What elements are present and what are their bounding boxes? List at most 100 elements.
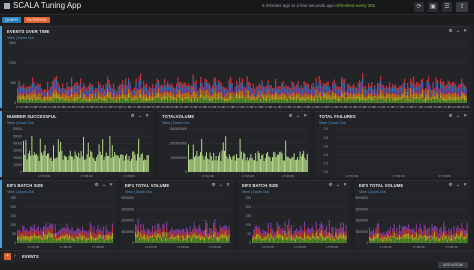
view-link[interactable]: View	[162, 121, 170, 125]
view-link[interactable]: View	[242, 190, 250, 194]
close-icon[interactable]: ✕	[463, 28, 467, 34]
histogram-bar	[17, 233, 19, 237]
row-marker[interactable]	[0, 26, 2, 108]
histogram-bar	[331, 234, 333, 238]
zoom-out-link[interactable]: Zoom Out	[330, 121, 346, 125]
plus-icon[interactable]: +	[4, 253, 11, 260]
histogram-bar	[114, 96, 116, 101]
histogram-bar	[423, 101, 425, 103]
view-link[interactable]: View	[7, 190, 15, 194]
gear-icon[interactable]: ⚙	[449, 113, 453, 119]
close-icon[interactable]: ✕	[463, 113, 467, 119]
gear-icon[interactable]: ⚙	[449, 28, 453, 34]
histogram-bar	[456, 92, 458, 95]
query-toggle[interactable]: QUERY	[2, 17, 22, 23]
gear-icon[interactable]: ⚙	[289, 113, 293, 119]
gear-icon[interactable]: ⚙	[95, 182, 99, 188]
histogram-bar	[37, 235, 39, 239]
view-link[interactable]: View	[125, 190, 133, 194]
histogram-bar	[260, 99, 262, 102]
zoom-out-link[interactable]: Zoom Out	[370, 190, 386, 194]
config-icon[interactable]: ☰	[442, 2, 452, 12]
gear-icon[interactable]: ⚙	[449, 182, 453, 188]
histogram-bar	[51, 85, 53, 90]
histogram-bar	[41, 240, 43, 243]
time-range-status[interactable]: 5 minutes ago to a few seconds ago refre…	[262, 3, 375, 8]
histogram-bar	[33, 152, 35, 172]
close-icon[interactable]: ✕	[303, 113, 307, 119]
chevron-right-icon[interactable]: ›	[14, 253, 16, 259]
row-marker[interactable]	[0, 111, 2, 177]
gear-icon[interactable]: ⚙	[212, 182, 216, 188]
zoom-out-link[interactable]: Zoom Out	[18, 190, 34, 194]
histogram-bar	[374, 95, 376, 99]
resize-icon[interactable]: ↔	[296, 113, 301, 119]
histogram-bar	[283, 230, 285, 235]
histogram-bar	[23, 86, 25, 92]
histogram-bar	[239, 77, 241, 83]
zoom-out-link[interactable]: Zoom Out	[136, 190, 152, 194]
panel-eif1-batch: EIF1 BATCH SIZE ⚙ ↔ ✕ View | Zoom Out 250 2…	[3, 180, 117, 249]
histogram-bar	[150, 233, 152, 236]
resize-icon[interactable]: ↔	[102, 182, 107, 188]
histogram-bar	[242, 97, 244, 103]
share-icon[interactable]: ⇪	[456, 2, 468, 12]
histogram-bar	[172, 229, 174, 233]
histogram-bar	[230, 156, 231, 172]
histogram-bar	[336, 100, 338, 103]
histogram-bar	[261, 91, 263, 94]
view-link[interactable]: View	[319, 121, 327, 125]
resize-icon[interactable]: ↔	[456, 182, 461, 188]
view-link[interactable]: View	[7, 121, 15, 125]
resize-icon[interactable]: ↔	[219, 182, 224, 188]
zoom-out-link[interactable]: Zoom Out	[18, 36, 34, 40]
resize-icon[interactable]: ↔	[336, 182, 341, 188]
histogram-bar	[176, 238, 178, 243]
filtering-toggle[interactable]: FILTERING	[24, 17, 50, 23]
histogram-bar	[450, 90, 452, 95]
histogram-bar	[438, 97, 440, 100]
histogram-bar	[300, 156, 302, 172]
histogram-bar	[49, 237, 51, 243]
histogram-bar	[214, 225, 216, 232]
close-icon[interactable]: ✕	[343, 182, 347, 188]
histogram-bar	[111, 97, 113, 99]
gear-icon[interactable]: ⚙	[131, 113, 135, 119]
resize-icon[interactable]: ↔	[456, 113, 461, 119]
resize-icon[interactable]: ↔	[138, 113, 143, 119]
close-icon[interactable]: ✕	[226, 182, 230, 188]
view-link[interactable]: View	[7, 36, 15, 40]
add-row-button[interactable]: ADD A ROW	[438, 262, 468, 268]
y-tick-label: 1500000000	[169, 127, 187, 131]
histogram-bar	[107, 97, 109, 103]
close-icon[interactable]: ✕	[109, 182, 113, 188]
zoom-out-link[interactable]: Zoom Out	[173, 121, 189, 125]
histogram-bar	[378, 90, 380, 95]
resize-icon[interactable]: ↔	[456, 28, 461, 34]
histogram-bar	[330, 232, 332, 236]
histogram-bar	[146, 231, 148, 235]
zoom-out-link[interactable]: Zoom Out	[18, 121, 34, 125]
gear-icon[interactable]: ⚙	[329, 182, 333, 188]
histogram-bar	[147, 101, 149, 103]
row-marker[interactable]	[0, 180, 2, 248]
histogram-bar	[63, 91, 65, 95]
histogram-bar	[341, 76, 343, 80]
view-link[interactable]: View	[359, 190, 367, 194]
histogram-bar	[278, 85, 280, 89]
save-icon[interactable]: ▣	[428, 2, 438, 12]
histogram-bar	[254, 160, 255, 172]
refresh-icon[interactable]: ⟳	[414, 2, 424, 12]
histogram-bar	[411, 90, 413, 95]
histogram-bar	[360, 90, 362, 94]
histogram-bar	[252, 235, 254, 237]
histogram-bar	[305, 233, 307, 238]
histogram-bar	[391, 238, 393, 242]
histogram-bar	[435, 77, 437, 83]
close-icon[interactable]: ✕	[463, 182, 467, 188]
histogram-bar	[53, 90, 55, 94]
histogram-bar	[444, 89, 446, 92]
histogram-bar	[395, 86, 397, 91]
zoom-out-link[interactable]: Zoom Out	[253, 190, 269, 194]
close-icon[interactable]: ✕	[145, 113, 149, 119]
